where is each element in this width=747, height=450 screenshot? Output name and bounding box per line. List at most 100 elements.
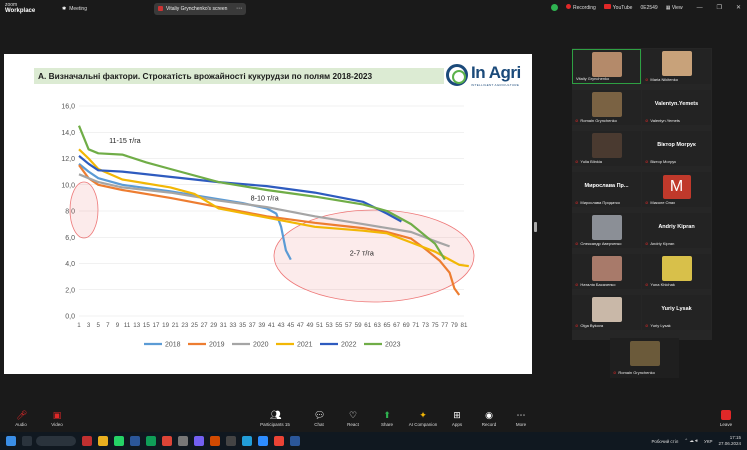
- participants-button[interactable]: 👥︎ Participants 15: [258, 410, 292, 427]
- participant-tile[interactable]: ⊘ Yuna Khichak: [642, 254, 711, 289]
- legend-label: 2023: [385, 342, 401, 349]
- participant-name: Valentyn.Yemets: [654, 101, 699, 107]
- participant-caption-text: Andriy Kipran: [650, 241, 675, 246]
- participant-tile[interactable]: M ⊘ Миколе Олах: [642, 172, 711, 207]
- participant-tile-extra[interactable]: ⊘ Romain Grynchenko: [610, 338, 679, 378]
- meeting-menu[interactable]: ✱ Meeting: [62, 6, 87, 12]
- participant-tile[interactable]: ⊘ Yulia Blinkia: [572, 131, 641, 166]
- x-tick-label: 35: [239, 322, 246, 329]
- more-icon: ⋯: [516, 410, 526, 420]
- x-tick-label: 17: [153, 322, 160, 329]
- chat-button[interactable]: 💬︎ Chat: [302, 410, 336, 427]
- mic-muted-icon: ⊘: [575, 118, 579, 123]
- participant-tile[interactable]: Віктор Могрук ⊘ Віктор Могрук: [642, 131, 711, 166]
- leave-button[interactable]: Leave: [713, 410, 739, 427]
- x-tick-label: 49: [307, 322, 314, 329]
- participant-caption: ⊘ Olga Bykova: [575, 323, 603, 328]
- search-icon[interactable]: [22, 436, 32, 446]
- viber-icon[interactable]: [194, 436, 204, 446]
- app-icon-4[interactable]: [130, 436, 140, 446]
- screen-share-chip[interactable]: Vitaliy Grynchenko's screen ⋯: [154, 3, 246, 15]
- participant-tile[interactable]: ⊘ Олександр Аверченко: [572, 213, 641, 248]
- clock[interactable]: 17:15 27.06.2024: [718, 435, 741, 447]
- viewers-label: 0E2549: [640, 4, 658, 11]
- chat-icon: 💬︎: [314, 410, 326, 420]
- leave-icon: [721, 410, 731, 420]
- participant-tile[interactable]: ⊘ Romain Grynchenko: [572, 90, 641, 125]
- record-dot-icon: [566, 4, 571, 9]
- participant-caption: ⊘ Олександр Аверченко: [575, 241, 622, 246]
- participant-caption-text: Віктор Могрук: [650, 159, 677, 164]
- tray-icons[interactable]: ⌃ ☁ 🔊︎: [684, 438, 698, 444]
- participant-caption: ⊘ Миколе Олах: [645, 200, 675, 205]
- x-tick-label: 73: [422, 322, 429, 329]
- maximize-icon[interactable]: ❐: [717, 4, 722, 11]
- record-button[interactable]: ◉ Record: [472, 410, 506, 427]
- participant-tile[interactable]: Мирослава Пр... ⊘ Мирослава Придатко: [572, 172, 641, 207]
- recording-status[interactable]: Recording: [566, 4, 596, 11]
- participant-name: Віктор Могрук: [657, 142, 696, 148]
- more-button[interactable]: ⋯ More: [504, 410, 538, 427]
- participant-tile[interactable]: Valentyn.Yemets ⊘ Valentyn.Yemets: [642, 90, 711, 125]
- ai-companion-button[interactable]: ✦ AI Companion: [406, 410, 440, 427]
- view-icon[interactable]: ▦ View: [666, 5, 683, 11]
- y-tick-label: 16,0: [61, 104, 75, 111]
- participant-caption-text: Олександр Аверченко: [580, 241, 622, 246]
- legend-label: 2022: [341, 342, 357, 349]
- audio-button[interactable]: 🎤︎ Audio: [4, 410, 38, 427]
- share-button[interactable]: ⬆ Share: [370, 410, 404, 427]
- taskbar-search[interactable]: [36, 436, 76, 446]
- apps-button[interactable]: ⊞ Apps: [440, 410, 474, 427]
- whatsapp-icon[interactable]: [114, 436, 124, 446]
- zoom-icon[interactable]: [258, 436, 268, 446]
- youtube-status[interactable]: YouTube: [603, 4, 633, 11]
- app-icon-10[interactable]: [226, 436, 236, 446]
- participant-tile[interactable]: ⊘ Maria Nikitenko: [642, 49, 711, 84]
- close-icon[interactable]: ✕: [736, 4, 741, 11]
- app-icon-1[interactable]: [82, 436, 92, 446]
- participant-name: Andriy Kipran: [658, 224, 695, 230]
- participant-caption: ⊘ Мирослава Придатко: [575, 200, 620, 205]
- more-icon[interactable]: ⋯: [236, 5, 242, 12]
- participant-caption: ⊘ Andriy Kipran: [645, 241, 674, 246]
- x-tick-label: 81: [461, 322, 468, 329]
- avatar: M: [662, 175, 691, 199]
- x-tick-label: 57: [345, 322, 352, 329]
- app-icon-7[interactable]: [178, 436, 188, 446]
- react-button[interactable]: ♡ React: [336, 410, 370, 427]
- participant-tile[interactable]: Yuriy Lysak ⊘ Yuriy Lysak: [642, 295, 711, 330]
- windows-start-icon[interactable]: [6, 436, 16, 446]
- share-indicator-icon: [158, 6, 163, 11]
- app-icon-5[interactable]: [146, 436, 156, 446]
- shield-icon[interactable]: [551, 4, 558, 11]
- mic-muted-icon: ⊘: [645, 118, 649, 123]
- resize-handle[interactable]: [534, 222, 537, 232]
- participant-tile[interactable]: Andriy Kipran ⊘ Andriy Kipran: [642, 213, 711, 248]
- minimize-icon[interactable]: —: [697, 5, 703, 11]
- participant-caption-text: Romain Grynchenko: [580, 118, 617, 123]
- more-label: More: [515, 422, 527, 427]
- file-explorer-icon[interactable]: [98, 436, 108, 446]
- word-icon[interactable]: [290, 436, 300, 446]
- x-tick-label: 63: [374, 322, 381, 329]
- x-tick-label: 13: [133, 322, 140, 329]
- participant-tile[interactable]: ⊘ Наталія Басаченко: [572, 254, 641, 289]
- participant-caption-text: Valentyn.Yemets: [650, 118, 680, 123]
- participant-caption: Vitaliy Grynchenko: [576, 76, 609, 81]
- chrome-icon[interactable]: [162, 436, 172, 446]
- video-button[interactable]: ▣ Video: [40, 410, 74, 427]
- desktop-label[interactable]: Робочий стіл: [652, 439, 679, 444]
- app-icon-13[interactable]: [274, 436, 284, 446]
- x-tick-label: 47: [297, 322, 304, 329]
- record-icon: ◉: [485, 410, 493, 420]
- mic-muted-icon: ⊘: [575, 282, 579, 287]
- participant-name: Yuriy Lysak: [661, 306, 692, 312]
- system-tray: Робочий стіл ⌃ ☁ 🔊︎ УКР 17:15 27.06.2024: [652, 435, 741, 447]
- mic-muted-icon: ⊘: [575, 323, 579, 328]
- telegram-icon[interactable]: [242, 436, 252, 446]
- participant-tile[interactable]: ⊘ Olga Bykova: [572, 295, 641, 330]
- lang-label[interactable]: УКР: [704, 439, 712, 444]
- participant-tile[interactable]: Vitaliy Grynchenko: [572, 49, 641, 84]
- app-icon-9[interactable]: [210, 436, 220, 446]
- youtube-label: YouTube: [612, 5, 633, 11]
